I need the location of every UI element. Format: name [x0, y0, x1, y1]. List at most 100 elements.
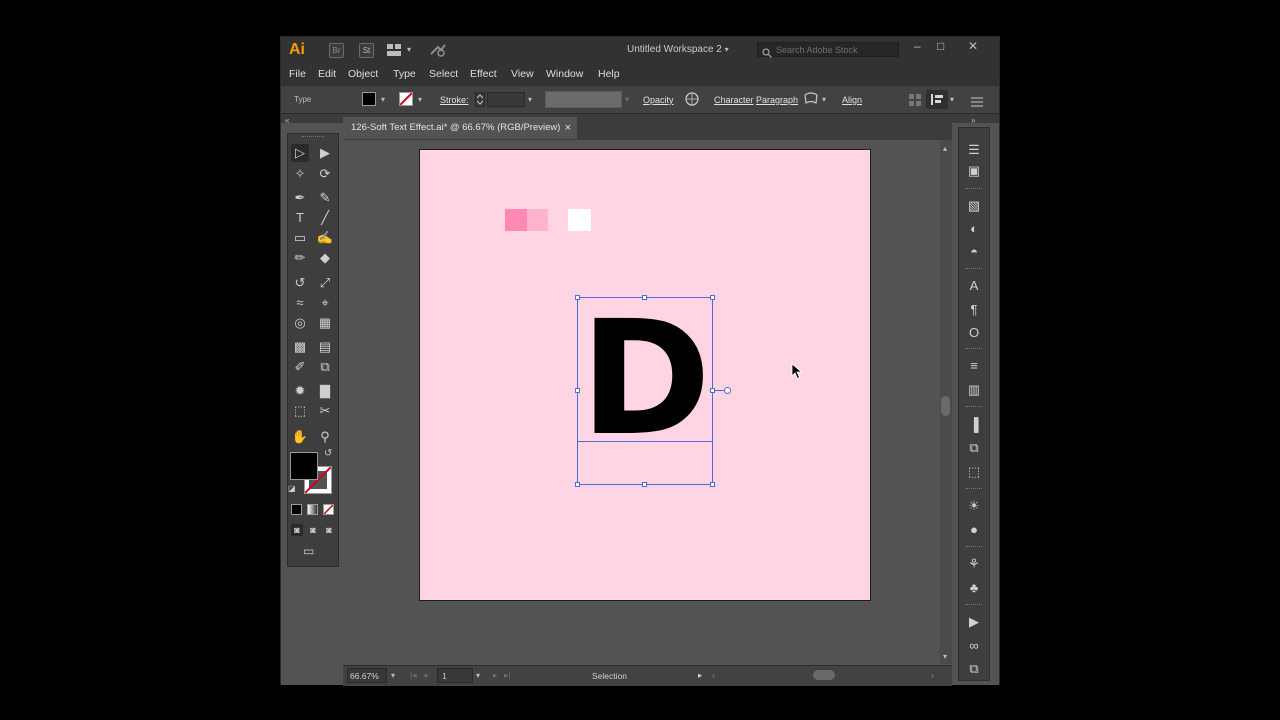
resize-handle-se[interactable]	[710, 482, 715, 487]
color-icon[interactable]: ◐	[964, 221, 984, 237]
draw-inside-icon[interactable]: ◙	[323, 524, 335, 536]
horizontal-scroll-thumb[interactable]	[813, 670, 835, 680]
character-icon[interactable]: A	[964, 278, 984, 294]
align-link[interactable]: Align	[842, 95, 862, 105]
resize-handle-e[interactable]	[710, 388, 715, 393]
panel-menu-icon[interactable]	[971, 94, 983, 107]
scroll-up-icon[interactable]: ▴	[943, 144, 947, 153]
resize-handle-sw[interactable]	[575, 482, 580, 487]
magic-wand-tool[interactable]: ✧	[291, 165, 309, 183]
rotate-tool[interactable]: ↺	[291, 274, 309, 292]
symbols-icon[interactable]: ♣	[964, 580, 984, 596]
draw-behind-icon[interactable]: ◙	[307, 524, 319, 536]
close-tab-icon[interactable]: ×	[565, 117, 571, 139]
scroll-thumb[interactable]	[941, 396, 950, 416]
next-artboard-icon[interactable]: ▸	[493, 670, 497, 681]
type-tool[interactable]: T	[291, 209, 309, 227]
transform-grid-icon[interactable]: ⬚	[964, 464, 984, 480]
fill-color-box[interactable]	[290, 452, 318, 480]
minimize-button[interactable]: –	[914, 39, 921, 53]
panel-group-grip[interactable]	[966, 546, 982, 549]
chevron-down-icon[interactable]: ▾	[950, 95, 954, 104]
resize-handle-n[interactable]	[642, 295, 647, 300]
chevron-down-icon[interactable]: ▾	[407, 45, 411, 54]
slice-tool[interactable]: ✂	[316, 402, 334, 420]
fill-swatch[interactable]	[362, 92, 376, 106]
artboard-number-field[interactable]: 1	[437, 668, 473, 683]
artboard-tool[interactable]: ⬚	[291, 402, 309, 420]
shape-builder-tool[interactable]: ◎	[291, 314, 309, 332]
direct-selection-tool[interactable]: ▶	[316, 144, 334, 162]
color-mode-icon[interactable]	[291, 504, 302, 515]
gpu-performance-icon[interactable]	[429, 42, 447, 58]
out-port-handle[interactable]	[724, 387, 731, 394]
panel-group-grip[interactable]	[966, 488, 982, 491]
stroke-weight-stepper[interactable]	[475, 92, 485, 107]
shaper-tool[interactable]: ✏	[291, 249, 309, 267]
paragraph-link[interactable]: Paragraph	[756, 95, 798, 105]
transform-icon[interactable]: ▧	[964, 198, 984, 214]
color-guide-icon[interactable]: ◓	[964, 244, 984, 260]
pen-tool[interactable]: ✒	[291, 189, 309, 207]
perspective-grid-tool[interactable]: ▦	[316, 314, 334, 332]
symbol-sprayer-tool[interactable]: ✹	[291, 382, 309, 400]
panel-group-grip[interactable]	[966, 604, 982, 607]
draw-normal-icon[interactable]: ◙	[291, 524, 303, 536]
curvature-tool[interactable]: ✎	[316, 189, 334, 207]
chevron-down-icon[interactable]: ▾	[822, 95, 826, 104]
scale-tool[interactable]: ⤢	[316, 274, 334, 292]
panel-group-grip[interactable]	[966, 188, 982, 191]
rectangle-tool[interactable]: ▭	[291, 229, 309, 247]
first-artboard-icon[interactable]: |◂	[410, 670, 416, 681]
artboards-icon[interactable]: ⧉	[964, 661, 984, 677]
mesh-tool[interactable]: ▩	[291, 338, 309, 356]
default-colors-icon[interactable]: ◪	[288, 484, 296, 493]
warp-tool[interactable]: ≈	[291, 294, 309, 312]
stroke-weight-field[interactable]	[487, 92, 525, 107]
lasso-tool[interactable]: ⟳	[316, 165, 334, 183]
menu-object[interactable]: Object	[348, 68, 378, 80]
column-graph-tool[interactable]: ▇	[316, 382, 334, 400]
resize-handle-nw[interactable]	[575, 295, 580, 300]
recolor-artwork-icon[interactable]	[685, 92, 699, 106]
menu-window[interactable]: Window	[546, 68, 583, 80]
vertical-scrollbar[interactable]: ▴ ▾	[940, 140, 952, 664]
hand-tool[interactable]: ✋	[291, 428, 309, 446]
paragraph-icon[interactable]: ¶	[964, 302, 984, 318]
resize-handle-ne[interactable]	[710, 295, 715, 300]
chevron-down-icon[interactable]: ▾	[528, 95, 532, 104]
status-menu-icon[interactable]: ▸	[698, 670, 702, 681]
chevron-down-icon[interactable]: ▾	[391, 671, 395, 680]
resize-handle-s[interactable]	[642, 482, 647, 487]
panel-group-grip[interactable]	[966, 268, 982, 271]
scroll-right-icon[interactable]: ›	[931, 670, 934, 680]
color-swatch-light-pink[interactable]	[527, 209, 548, 231]
restore-button[interactable]: □	[937, 39, 944, 53]
paintbrush-tool[interactable]: ✍	[316, 229, 334, 247]
panel-group-grip[interactable]	[966, 348, 982, 351]
resize-handle-w[interactable]	[575, 388, 580, 393]
scroll-left-icon[interactable]: ‹	[712, 670, 715, 680]
character-link[interactable]: Character	[714, 95, 754, 105]
bridge-icon[interactable]: Br	[329, 43, 344, 58]
previous-artboard-icon[interactable]: ◂	[423, 670, 427, 681]
stroke-swatch[interactable]	[399, 92, 413, 106]
document-tab[interactable]: 126-Soft Text Effect.ai* @ 66.67% (RGB/P…	[343, 117, 577, 139]
menu-type[interactable]: Type	[393, 68, 416, 80]
brushes-icon[interactable]: ⚘	[964, 556, 984, 572]
menu-file[interactable]: File	[289, 68, 306, 80]
menu-edit[interactable]: Edit	[318, 68, 336, 80]
arrange-documents-icon[interactable]	[387, 43, 401, 56]
menu-view[interactable]: View	[511, 68, 534, 80]
appearance-icon[interactable]: ☀	[964, 498, 984, 514]
line-tool[interactable]: ╱	[316, 209, 334, 227]
swap-fill-stroke-icon[interactable]: ↺	[324, 448, 332, 459]
zoom-field[interactable]: 66.67%	[347, 668, 387, 683]
graphic-styles-icon[interactable]: ●	[964, 522, 984, 538]
links-icon[interactable]: ∞	[964, 638, 984, 654]
chevron-down-icon[interactable]: ▾	[418, 95, 422, 104]
blend-tool[interactable]: ⧉	[316, 358, 334, 376]
gradient-mode-icon[interactable]	[307, 504, 318, 515]
menu-effect[interactable]: Effect	[470, 68, 497, 80]
eyedropper-tool[interactable]: ✐	[291, 358, 309, 376]
